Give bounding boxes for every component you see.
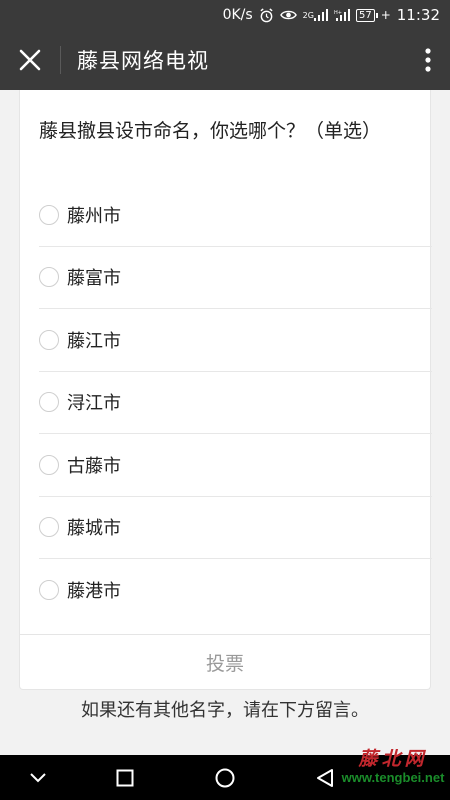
- option-label: 藤城市: [67, 518, 121, 540]
- signal-icon: 2G: [303, 9, 328, 21]
- alarm-icon: [259, 7, 274, 23]
- status-bar: 0K/s 2G H+ 57 + 11:32: [0, 0, 450, 30]
- chevron-down-icon: [30, 772, 46, 782]
- radio-button[interactable]: [39, 267, 59, 288]
- option-label: 古藤市: [67, 455, 121, 477]
- poll-option[interactable]: 浔江市: [39, 372, 432, 434]
- option-label: 浔江市: [67, 393, 121, 415]
- poll-card: 藤县撤县设市命名，你选哪个？（单选） 藤州市 藤富市 藤江市 浔江市 古藤市 藤…: [19, 90, 432, 690]
- poll-option[interactable]: 古藤市: [39, 434, 432, 497]
- radio-button[interactable]: [39, 454, 59, 475]
- title-bar: 藤县网络电视: [0, 30, 450, 90]
- watermark-url: www.tengbei.net: [341, 770, 445, 785]
- poll-options: 藤州市 藤富市 藤江市 浔江市 古藤市 藤城市 藤港市: [39, 184, 432, 622]
- recent-apps-button[interactable]: [95, 755, 155, 800]
- option-label: 藤州市: [67, 205, 121, 227]
- footnote-text: 如果还有其他名字，请在下方留言。: [81, 700, 369, 721]
- option-label: 藤江市: [67, 330, 121, 352]
- net-speed: 0K/s: [222, 7, 253, 23]
- poll-option[interactable]: 藤富市: [39, 247, 432, 309]
- option-label: 藤港市: [67, 581, 121, 603]
- more-vertical-icon: [425, 48, 431, 72]
- more-button[interactable]: [406, 30, 450, 90]
- hide-keyboard-button[interactable]: [8, 755, 68, 800]
- battery-icon: 57: [355, 8, 378, 22]
- title-divider: [60, 46, 61, 74]
- option-label: 藤富市: [67, 268, 121, 290]
- poll-question: 藤县撤县设市命名，你选哪个？（单选）: [39, 120, 382, 142]
- radio-button[interactable]: [39, 580, 59, 601]
- watermark: 藤北网 www.tengbei.net: [338, 748, 448, 792]
- home-button[interactable]: [195, 755, 255, 800]
- watermark-logo: 藤北网: [358, 748, 428, 770]
- clock: 11:32: [396, 6, 440, 24]
- close-button[interactable]: [0, 30, 60, 90]
- poll-option[interactable]: 藤城市: [39, 497, 432, 559]
- page-title: 藤县网络电视: [77, 49, 209, 73]
- radio-button[interactable]: [39, 517, 59, 538]
- poll-option[interactable]: 藤江市: [39, 309, 432, 372]
- radio-button[interactable]: [39, 204, 59, 225]
- square-icon: [116, 769, 134, 786]
- page-content: 藤县撤县设市命名，你选哪个？（单选） 藤州市 藤富市 藤江市 浔江市 古藤市 藤…: [0, 90, 450, 755]
- charging-icon: +: [380, 8, 391, 22]
- poll-option[interactable]: 藤州市: [39, 184, 432, 247]
- net-type: 2G: [302, 10, 314, 20]
- radio-button[interactable]: [39, 329, 59, 350]
- circle-icon: [215, 768, 235, 787]
- triangle-back-icon: [317, 768, 333, 787]
- radio-button[interactable]: [39, 392, 59, 413]
- signal-icon-2: H+: [334, 9, 350, 21]
- eye-icon: [279, 9, 297, 21]
- vote-button[interactable]: 投票: [20, 634, 430, 689]
- poll-option[interactable]: 藤港市: [39, 559, 432, 622]
- close-icon: [19, 49, 41, 71]
